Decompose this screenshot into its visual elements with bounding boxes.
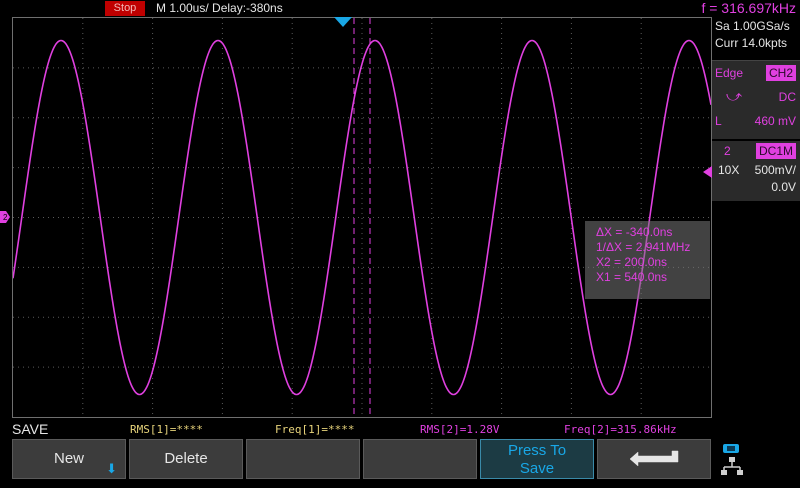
cursor-inverse-delta-x: 1/ΔX = 2.941MHz [596, 240, 691, 254]
rms1-measurement: RMS[1]=**** [130, 423, 203, 436]
cursor-x2: X2 = 200.0ns [596, 255, 668, 269]
new-button-label: New [53, 450, 84, 467]
cursor-delta-x: ΔX = -340.0ns [596, 225, 673, 239]
trigger-coupling: DC [778, 90, 796, 104]
trigger-type: Edge [715, 66, 744, 80]
waveform-display[interactable] [12, 17, 712, 418]
svg-text:2: 2 [3, 213, 8, 222]
memory-depth: Curr 14.0kpts [715, 36, 788, 50]
trigger-position-marker[interactable] [334, 17, 352, 27]
delete-button-label: Delete [164, 450, 208, 467]
run-stop-badge[interactable]: Stop [105, 1, 145, 16]
press-to-save-line2: Save [519, 460, 555, 477]
graticule [13, 18, 711, 417]
vertical-offset: 0.0V [771, 180, 796, 194]
channel-panel[interactable]: 2 DC1M 10X 500mV/ 0.0V [712, 141, 800, 201]
trigger-panel[interactable]: Edge CH2 ⤻ DC L 460 mV [712, 60, 800, 139]
cursor-x1: X1 = 540.0ns [596, 270, 668, 284]
usb-network-icon [721, 444, 743, 475]
frequency-readout: f = 316.697kHz [701, 0, 796, 16]
ch2-offset-marker[interactable]: 2 [0, 211, 10, 223]
empty-softkey-3[interactable] [246, 439, 360, 479]
rising-edge-icon: ⤻ [726, 88, 743, 105]
new-button[interactable]: New ⬇ [12, 439, 126, 479]
sample-rate: Sa 1.00GSa/s [715, 19, 790, 33]
trigger-level-marker[interactable] [703, 166, 712, 178]
rms2-measurement: RMS[2]=1.28V [420, 423, 500, 436]
freq1-measurement: Freq[1]=**** [275, 423, 355, 436]
top-status-bar: Stop M 1.00us/ Delay:-380ns f = 316.697k… [0, 0, 800, 17]
channel-number: 2 [724, 144, 731, 158]
trigger-level: 460 mV [754, 114, 796, 128]
press-to-save-button[interactable]: Press To Save [480, 439, 594, 479]
trigger-level-label: L [715, 114, 722, 128]
freq2-measurement: Freq[2]=315.86kHz [564, 423, 677, 436]
delete-button[interactable]: Delete [129, 439, 243, 479]
menu-title: SAVE [12, 421, 49, 437]
cursor-readout-box: ΔX = -340.0ns 1/ΔX = 2.941MHz X2 = 200.0… [585, 221, 710, 299]
trigger-source: CH2 [765, 65, 796, 81]
back-button[interactable] [597, 439, 711, 479]
acquisition-info: Sa 1.00GSa/s Curr 14.0kpts [712, 18, 800, 62]
return-arrow-icon [629, 450, 679, 467]
channel-coupling: DC1M [755, 143, 796, 159]
press-to-save-line1: Press To [507, 442, 567, 459]
empty-softkey-4[interactable] [363, 439, 477, 479]
arrow-down-icon: ⬇ [106, 461, 117, 476]
timebase-readout: M 1.00us/ Delay:-380ns [156, 1, 283, 15]
